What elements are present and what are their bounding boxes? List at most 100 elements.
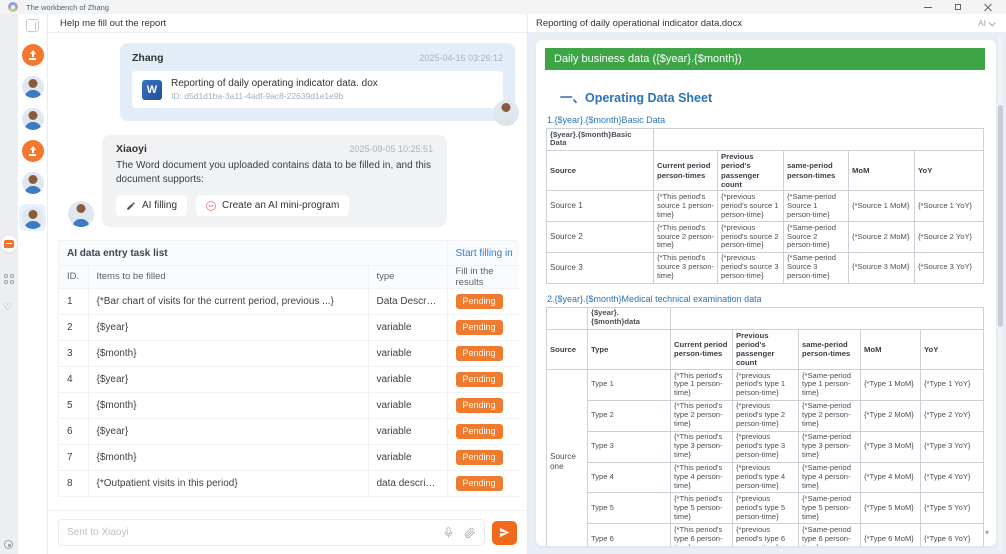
table-cell: {*Type 6 MoM} [860, 523, 921, 546]
ai-filling-label: AI filling [142, 200, 178, 212]
zhang-avatar[interactable] [493, 100, 519, 126]
column-header: same-period person-times [783, 149, 849, 192]
sender-name: Xiaoyi [116, 143, 147, 155]
table-row: Source 1 {*This period's source 1 person-… [546, 190, 985, 223]
panel-toggle-icon[interactable] [26, 19, 39, 32]
column-header: MoM [860, 328, 921, 371]
table-caption: {$year}.{$month}data [587, 306, 671, 330]
table-cell: {*Same-period type 6 person-time} [798, 523, 861, 546]
table-cell: {*This period's source 3 person-time} [653, 251, 718, 284]
table-cell: Source 2 [546, 221, 654, 253]
task-type: variable [368, 444, 448, 471]
task-status-badge[interactable]: Pending [455, 319, 503, 335]
chat-dock-icon[interactable] [1, 236, 17, 252]
microphone-icon[interactable] [442, 526, 455, 539]
table-cell: {*previous period's source 2 person-time… [717, 221, 784, 253]
task-id: 8 [59, 470, 89, 497]
table-row: Type 6{*This period's type 6 person-time… [547, 523, 985, 546]
table-cell: {*Type 5 YoY} [919, 492, 985, 525]
record-icon[interactable] [4, 540, 13, 549]
medical-exam-data-table: {$year}.{$month}data Source Type Current pe… [546, 306, 985, 546]
task-status-badge[interactable]: Pending [455, 423, 503, 439]
ai-filling-button[interactable]: AI filling [116, 195, 188, 217]
table-cell: {*This period's type 4 person-time} [670, 461, 733, 494]
start-filling-link[interactable]: Start filling in [456, 248, 513, 259]
basic-data-table: {$year}.{$month}Basic Data Source Current … [546, 128, 985, 284]
task-status-badge[interactable]: Pending [455, 475, 503, 491]
task-status-badge[interactable]: Pending [455, 371, 503, 387]
favorites-heart-icon[interactable]: ♡ [3, 302, 12, 313]
column-header-type: type [368, 265, 448, 289]
contact-avatar[interactable] [21, 108, 44, 130]
contact-avatar[interactable] [21, 76, 44, 98]
task-row: 4 {$year} variable Pending [59, 366, 519, 393]
task-type: variable [368, 418, 448, 445]
table-caption-row: {$year}.{$month}data [546, 306, 985, 330]
task-status-badge[interactable]: Pending [455, 397, 503, 413]
column-header: same-period person-times [798, 328, 861, 371]
table-cell: {*This period's type 1 person-time} [670, 369, 733, 401]
contact-avatar-bot[interactable] [21, 140, 44, 162]
table-cell: {*Source 3 YoY} [913, 251, 985, 284]
contact-avatar-bot[interactable] [21, 44, 44, 66]
column-header: MoM [848, 149, 915, 192]
doc-scrollbar-thumb[interactable] [998, 105, 1003, 327]
table-row: Source 2 {*This period's source 2 person-… [546, 221, 985, 253]
table-cell: {*This period's type 6 person-time} [670, 523, 733, 546]
xiaoyi-avatar[interactable] [68, 201, 94, 228]
task-id: 2 [59, 314, 89, 341]
document-viewport: Daily business data ({$year}.{$month}) 一… [528, 33, 1006, 554]
table-cell: {*Same-period Source 1 person-time} [783, 190, 849, 223]
create-mini-program-button[interactable]: Create an AI mini-program [196, 195, 350, 217]
message-input-bar [48, 510, 527, 554]
task-row: 7 {$month} variable Pending [59, 444, 519, 471]
table-cell: {*Same-period Source 2 person-time} [783, 221, 849, 253]
apps-grid-icon[interactable] [4, 274, 15, 285]
ai-task-list: AI data entry task list Start filling in… [58, 240, 519, 497]
chat-bubble-icon [4, 240, 14, 248]
column-header: YoY [913, 149, 985, 192]
pencil-icon [127, 202, 135, 210]
close-icon[interactable] [984, 3, 992, 11]
chat-panel: Help me fill out the report Zhang 2025-0… [48, 14, 528, 554]
maximize-icon[interactable] [954, 3, 962, 11]
column-header: Source [546, 328, 588, 371]
table-cell: {*Source 3 MoM} [848, 251, 915, 284]
ai-dropdown[interactable]: AI [978, 18, 996, 28]
task-item: {*Outpatient visits in this period} [88, 470, 369, 497]
table-header-row: Source Type Current period person-times Pre… [546, 328, 985, 371]
message-input[interactable] [67, 527, 434, 538]
task-id: 4 [59, 366, 89, 393]
file-attachment-card[interactable]: W Reporting of daily operating indicator… [132, 71, 503, 108]
message-bubble: Zhang 2025-04-16 03:26:12 W Reporting of… [120, 43, 515, 121]
table-cell: {*Same-period type 4 person-time} [798, 461, 861, 494]
message-input-box[interactable] [58, 519, 485, 546]
table-cell: {*Type 4 MoM} [860, 461, 921, 494]
mini-program-label: Create an AI mini-program [222, 200, 340, 212]
contact-avatar-selected[interactable] [19, 204, 46, 231]
minimize-icon[interactable] [924, 3, 932, 11]
app-logo-icon [8, 2, 18, 12]
document-title: Reporting of daily operational indicator… [536, 17, 742, 29]
table-cell: {*previous period's type 5 person-time} [732, 492, 799, 525]
table-cell: {*Type 3 YoY} [919, 430, 985, 463]
send-button[interactable] [492, 520, 517, 545]
app-window: The workbench of Zhang ♡ Help me fill ou… [0, 0, 1006, 554]
message-text: The Word document you uploaded contains … [116, 160, 432, 186]
message-timestamp: 2025-09-05 10:25:51 [349, 144, 433, 154]
task-status-badge[interactable]: Pending [455, 449, 503, 465]
table-cell: {*Type 2 MoM} [860, 399, 921, 432]
contact-avatar[interactable] [21, 172, 44, 194]
send-plane-icon [499, 527, 510, 538]
scrollbar-down-arrow-icon[interactable]: ▾ [985, 529, 989, 537]
chat-header: Help me fill out the report [48, 14, 527, 33]
task-list-title: AI data entry task list [59, 241, 447, 266]
avatar [21, 206, 44, 229]
document-section-heading: 一、Operating Data Sheet [560, 91, 713, 105]
message-zhang: Zhang 2025-04-16 03:26:12 W Reporting of… [120, 43, 519, 126]
task-status-badge[interactable]: Pending [455, 345, 503, 361]
task-status-badge[interactable]: Pending [455, 293, 503, 309]
column-header: Current period person-times [670, 328, 733, 371]
task-row: 1 {*Bar chart of visits for the current … [59, 288, 519, 315]
paperclip-icon[interactable] [463, 526, 476, 539]
